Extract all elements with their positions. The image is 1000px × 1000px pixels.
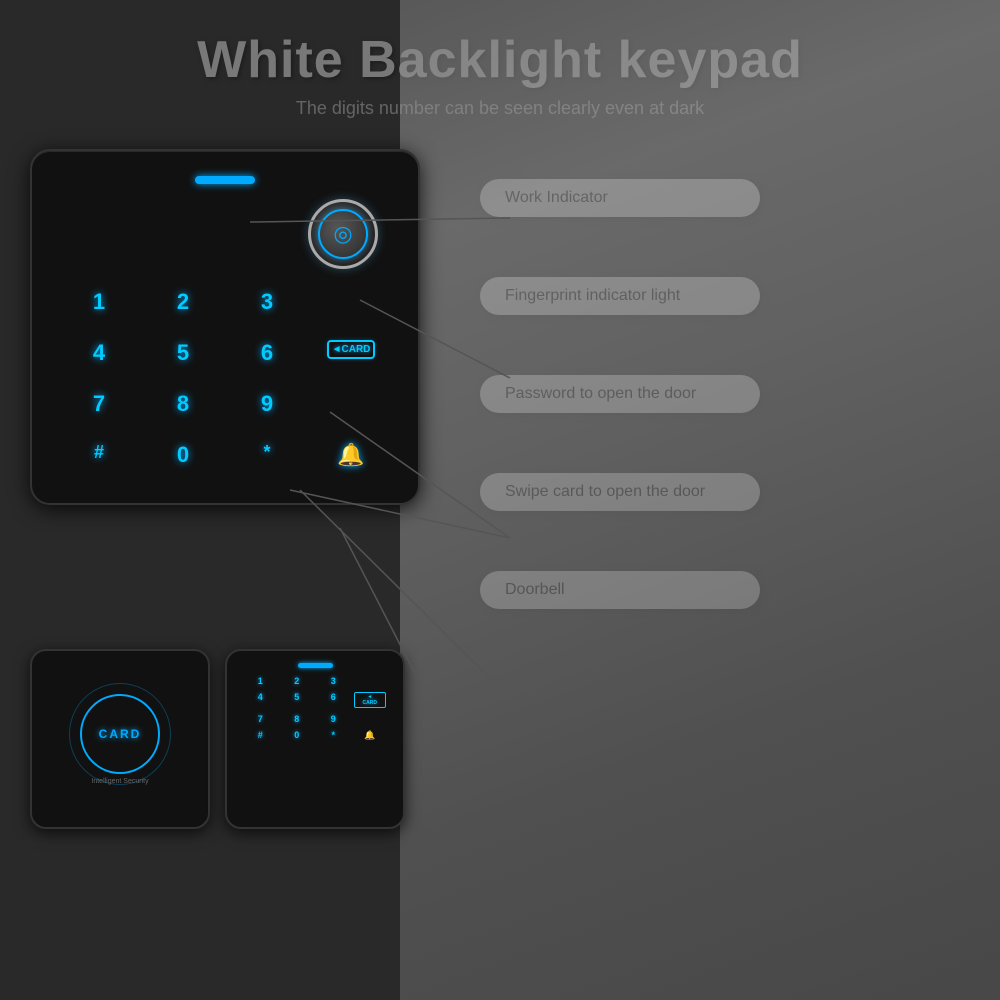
- status-indicator: [195, 176, 255, 184]
- key-empty-2: [314, 386, 388, 422]
- key-4[interactable]: 4: [62, 335, 136, 371]
- left-panel: ◎ 1 2 3 4 5 6 ◄CARD 7: [30, 149, 460, 505]
- fingerprint-scanner[interactable]: ◎: [308, 199, 378, 269]
- keypad-device: ◎ 1 2 3 4 5 6 ◄CARD 7: [30, 149, 420, 505]
- small-key-empty: [354, 676, 387, 686]
- small-keypad-device: 1 2 3 4 5 6 ◄CARD 7 8 9 # 0 * 🔔: [225, 649, 405, 829]
- small-card-slot: ◄CARD: [354, 692, 387, 708]
- small-keypad-grid: 1 2 3 4 5 6 ◄CARD 7 8 9 # 0 * 🔔: [239, 676, 391, 741]
- fingerprint-icon: ◎: [333, 221, 352, 247]
- fingerprint-inner-ring: ◎: [318, 209, 368, 259]
- small-key-star: *: [317, 730, 350, 741]
- key-2[interactable]: 2: [146, 284, 220, 320]
- small-key-5: 5: [281, 692, 314, 708]
- small-key-6: 6: [317, 692, 350, 708]
- key-3[interactable]: 3: [230, 284, 304, 320]
- small-card-slot-icon: ◄CARD: [354, 692, 387, 708]
- small-status-bar: [298, 663, 333, 668]
- fingerprint-area: ◎: [52, 199, 398, 269]
- card-reader-content: CARD: [99, 727, 142, 741]
- small-key-2: 2: [281, 676, 314, 686]
- key-9[interactable]: 9: [230, 386, 304, 422]
- key-star[interactable]: *: [230, 437, 304, 473]
- card-reader-circle: CARD: [80, 694, 160, 774]
- small-bell-icon: 🔔: [354, 730, 387, 741]
- key-5[interactable]: 5: [146, 335, 220, 371]
- bell-icon: 🔔: [337, 442, 364, 467]
- key-card-slot[interactable]: ◄CARD: [314, 335, 388, 371]
- small-key-4: 4: [244, 692, 277, 708]
- small-card-reader: CARD Intelligent Security: [30, 649, 210, 829]
- small-key-1: 1: [244, 676, 277, 686]
- keypad-grid: 1 2 3 4 5 6 ◄CARD 7 8 9 # 0 *: [52, 279, 398, 478]
- key-0[interactable]: 0: [146, 437, 220, 473]
- small-key-7: 7: [244, 714, 277, 724]
- key-8[interactable]: 8: [146, 386, 220, 422]
- key-bell[interactable]: 🔔: [314, 437, 388, 473]
- card-slot-icon: ◄CARD: [327, 340, 375, 359]
- small-key-3: 3: [317, 676, 350, 686]
- small-key-hash: #: [244, 730, 277, 741]
- small-key-8: 8: [281, 714, 314, 724]
- key-7[interactable]: 7: [62, 386, 136, 422]
- key-empty-1: [314, 284, 388, 320]
- key-6[interactable]: 6: [230, 335, 304, 371]
- card-reader-label: CARD: [99, 727, 142, 741]
- key-hash[interactable]: #: [62, 437, 136, 473]
- small-key-0: 0: [281, 730, 314, 741]
- small-key-9: 9: [317, 714, 350, 724]
- key-1[interactable]: 1: [62, 284, 136, 320]
- small-key-empty2: [354, 714, 387, 724]
